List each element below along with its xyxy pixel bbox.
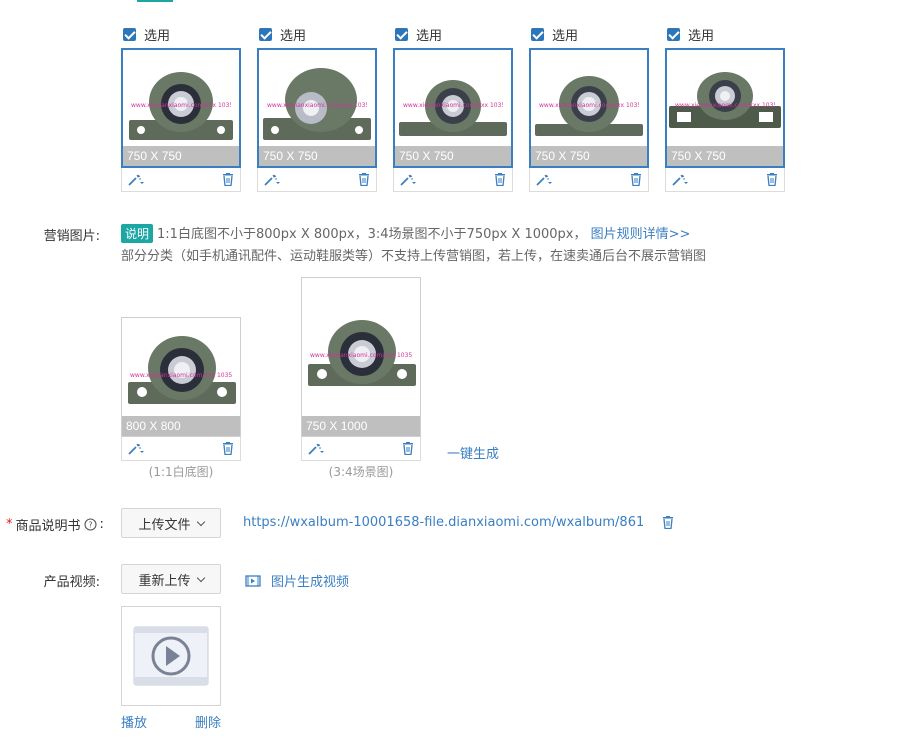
upload-file-button[interactable]: 上传文件: [121, 508, 221, 538]
image-toolbar: [301, 437, 421, 461]
main-image[interactable]: www.xiexianxiaomi.com/xxx 1035467565 750 …: [665, 48, 785, 168]
marketing-label: 营销图片:: [43, 229, 100, 244]
main-image[interactable]: www.xiexianxiaomi.com/xxx 1035467565 750 …: [393, 48, 513, 168]
select-label: 选用: [280, 28, 307, 44]
watermark-text: www.xiexianxiaomi.com/xxx 1035467565: [675, 102, 775, 109]
size-label: 750 X 750: [123, 146, 239, 166]
trash-icon[interactable]: [222, 173, 234, 186]
chevron-down-icon: [196, 517, 205, 526]
main-image[interactable]: www.xiexianxiaomi.com/xxx 1035467565 750 …: [121, 48, 241, 168]
image-toolbar: [529, 168, 649, 192]
manual-url-link[interactable]: https://wxalbum-10001658-file.dianxiaomi…: [243, 515, 643, 530]
marketing-square-card: www.xiexianxiaomi.com/xxx 1035467565 800…: [121, 317, 241, 479]
one-click-generate-link[interactable]: 一键生成: [447, 443, 499, 462]
main-image[interactable]: www.xiexianxiaomi.com/xxx 1035467565 750 …: [529, 48, 649, 168]
select-checkbox-row[interactable]: 选用: [529, 24, 649, 44]
reupload-button[interactable]: 重新上传: [121, 564, 221, 594]
checkbox-checked[interactable]: [395, 27, 408, 41]
magic-wand-icon[interactable]: [672, 174, 688, 186]
bearing-image: [263, 68, 371, 140]
main-image-card: 选用 www.xiexianxiaomi.com/xxx 1035467565 75…: [257, 24, 377, 192]
portrait-caption: (3:4场景图): [328, 465, 394, 479]
marketing-square-image[interactable]: www.xiexianxiaomi.com/xxx 1035467565 800…: [121, 317, 241, 437]
video-thumbnail[interactable]: [121, 606, 221, 706]
checkbox-checked[interactable]: [259, 27, 272, 41]
delete-link[interactable]: 删除: [195, 712, 221, 731]
select-checkbox-row[interactable]: 选用: [257, 24, 377, 44]
size-label: 750 X 750: [395, 146, 511, 166]
image-toolbar: [665, 168, 785, 192]
size-label: 750 X 750: [531, 146, 647, 166]
required-mark: *: [6, 517, 13, 532]
checkbox-checked[interactable]: [667, 27, 680, 41]
select-checkbox-row[interactable]: 选用: [665, 24, 785, 44]
magic-wand-icon[interactable]: [308, 443, 324, 455]
magic-wand-icon[interactable]: [400, 174, 416, 186]
play-link[interactable]: 播放: [121, 712, 147, 731]
main-image-card: 选用 www.xiexianxiaomi.com/xxx 1035467565 75…: [529, 24, 649, 192]
select-label: 选用: [552, 28, 579, 44]
select-label: 选用: [416, 28, 443, 44]
marketing-portrait-image[interactable]: www.xiexianxiaomi.com/xxx 1035467565 750…: [301, 277, 421, 437]
select-label: 选用: [688, 28, 715, 44]
select-checkbox-row[interactable]: 选用: [121, 24, 241, 44]
help-icon[interactable]: ?: [83, 518, 97, 531]
manual-label-row: * 商品说明书 ? :: [6, 517, 104, 534]
watermark-text: www.xiexianxiaomi.com/xxx 1035467565: [539, 102, 639, 109]
manual-label: 商品说明书: [15, 519, 81, 534]
magic-wand-icon[interactable]: [128, 174, 144, 186]
size-label: 750 X 750: [667, 146, 783, 166]
magic-wand-icon[interactable]: [128, 443, 144, 455]
video-play-icon: [133, 626, 209, 686]
bearing-image: [399, 80, 507, 136]
main-image-card: 选用 www.xiexianxiaomi.com/xxx 1035467565 75…: [121, 24, 241, 192]
watermark-text: www.xiexianxiaomi.com/xxx 1035467565: [131, 102, 231, 109]
bearing-image: [308, 320, 416, 386]
main-image-card: 选用 www.xiexianxiaomi.com/xxx 1035467565 75…: [393, 24, 513, 192]
image-toolbar: [121, 437, 241, 461]
marketing-note: 说明 1:1白底图不小于800px X 800px，3:4场景图不小于750px …: [121, 223, 881, 243]
select-label: 选用: [144, 28, 171, 44]
trash-icon[interactable]: [402, 442, 414, 455]
size-label: 800 X 800: [122, 416, 240, 436]
trash-icon[interactable]: [766, 173, 778, 186]
info-tag: 说明: [121, 224, 154, 243]
svg-text:?: ?: [88, 521, 92, 530]
image-rule-link[interactable]: 图片规则详情>>: [591, 227, 691, 242]
bearing-image: [669, 72, 781, 128]
magic-wand-icon[interactable]: [536, 174, 552, 186]
video-label: 产品视频:: [43, 575, 100, 590]
marketing-note-2: 部分分类（如手机通讯配件、运动鞋服类等）不支持上传营销图，若上传，在速卖通后台不…: [121, 249, 707, 264]
trash-icon[interactable]: [662, 516, 901, 529]
bearing-image: [535, 76, 643, 136]
checkbox-checked[interactable]: [531, 27, 544, 41]
checkbox-checked[interactable]: [123, 27, 136, 41]
trash-icon[interactable]: [222, 442, 234, 455]
bearing-image: [128, 336, 236, 404]
watermark-text: www.xiexianxiaomi.com/xxx 1035467565: [403, 102, 503, 109]
select-checkbox-row[interactable]: 选用: [393, 24, 513, 44]
trash-icon[interactable]: [494, 173, 506, 186]
main-image[interactable]: www.xiexianxiaomi.com/xxx 1035467565 750 …: [257, 48, 377, 168]
trash-icon[interactable]: [630, 173, 642, 186]
marketing-note-1: 1:1白底图不小于800px X 800px，3:4场景图不小于750px X …: [157, 227, 587, 242]
watermark-text: www.xiexianxiaomi.com/xxx 1035467565: [130, 372, 232, 379]
bearing-image: [129, 72, 233, 140]
marketing-portrait-card: www.xiexianxiaomi.com/xxx 1035467565 750…: [301, 277, 421, 479]
magic-wand-icon[interactable]: [264, 174, 280, 186]
video-icon: [245, 574, 261, 587]
square-caption: (1:1白底图): [148, 465, 214, 479]
watermark-text: www.xiexianxiaomi.com/xxx 1035467565: [267, 102, 367, 109]
watermark-text: www.xiexianxiaomi.com/xxx 1035467565: [310, 352, 412, 359]
image-toolbar: [257, 168, 377, 192]
trash-icon[interactable]: [358, 173, 370, 186]
image-to-video-link[interactable]: 图片生成视频: [245, 571, 349, 590]
main-image-card: 选用 www.xiexianxiaomi.com/xxx 1035467565 75…: [665, 24, 785, 192]
image-toolbar: [393, 168, 513, 192]
size-label: 750 X 1000: [302, 416, 420, 436]
top-accent-bar: [137, 0, 173, 2]
size-label: 750 X 750: [259, 146, 375, 166]
chevron-down-icon: [196, 573, 205, 582]
image-toolbar: [121, 168, 241, 192]
